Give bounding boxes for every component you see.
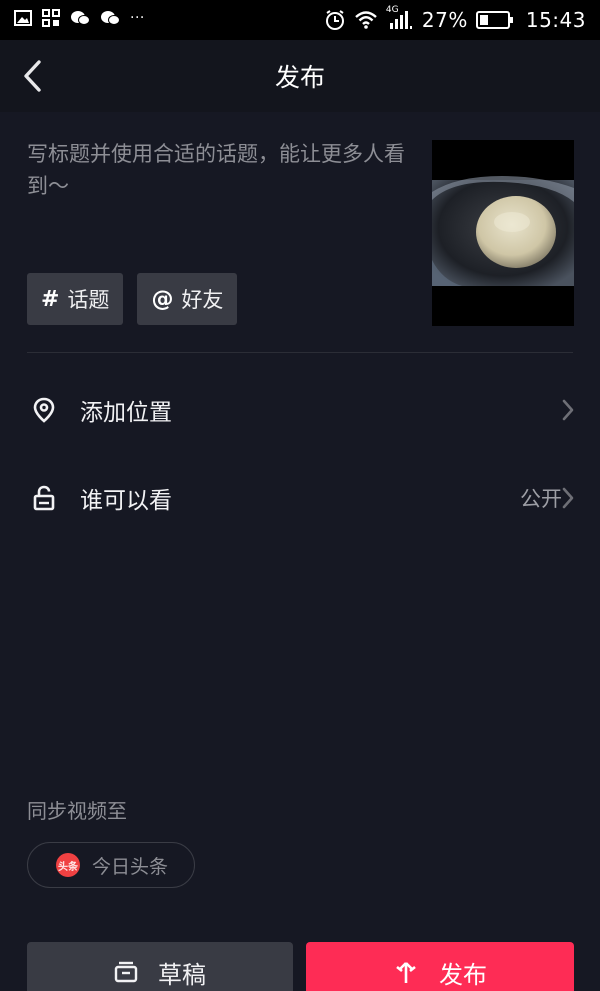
publish-screen: ··· 4G 27% 15:43 发布 写标题并使用合适的话题，能让更多人看到〜… [0, 0, 600, 991]
hashtag-icon: # [41, 286, 60, 312]
save-draft-label: 草稿 [158, 960, 206, 989]
add-location-label: 添加位置 [80, 400, 172, 426]
status-bar: ··· 4G 27% 15:43 [0, 0, 600, 40]
who-can-view-label: 谁可以看 [80, 488, 172, 514]
cover-image [432, 140, 574, 326]
alarm-icon [324, 9, 346, 31]
save-draft-button[interactable]: 草稿 [27, 942, 293, 991]
chevron-right-icon [562, 487, 574, 509]
apps-icon [42, 9, 60, 27]
page-title: 发布 [274, 63, 325, 92]
location-pin-icon [33, 397, 55, 423]
gallery-icon [14, 10, 32, 26]
who-can-view-row[interactable]: 谁可以看 公开 [0, 468, 600, 528]
more-dots-icon: ··· [130, 10, 145, 26]
at-icon: @ [151, 286, 174, 312]
add-location-row[interactable]: 添加位置 [0, 380, 600, 440]
chevron-left-icon [24, 60, 41, 92]
signal-icon: 4G [386, 5, 414, 31]
publish-button[interactable]: 发布 [306, 942, 574, 991]
caption-input[interactable]: 写标题并使用合适的话题，能让更多人看到〜 [27, 138, 415, 202]
toutiao-sync-toggle[interactable]: 头条 今日头条 [27, 842, 195, 888]
status-bar-right: 4G 27% 15:43 [324, 5, 586, 34]
visibility-value: 公开 [520, 487, 562, 511]
back-button[interactable] [12, 56, 52, 96]
publish-spark-icon [396, 962, 416, 983]
header: 发布 [0, 40, 600, 112]
wifi-icon [354, 10, 378, 30]
unlock-icon [33, 485, 55, 511]
divider [27, 352, 573, 353]
clock: 15:43 [525, 8, 586, 32]
toutiao-logo-icon: 头条 [56, 853, 80, 877]
tag-buttons: # 话题 @ 好友 [27, 273, 238, 325]
publish-label: 发布 [439, 960, 487, 989]
topic-button[interactable]: # 话题 [27, 273, 124, 325]
chevron-right-icon [562, 399, 574, 421]
wechat-icon [70, 10, 90, 26]
network-type-label: 4G [385, 5, 399, 15]
wechat-icon [100, 10, 120, 26]
battery-icon [475, 11, 514, 29]
toutiao-sync-label: 今日头条 [92, 855, 169, 878]
mention-friends-label: 好友 [181, 288, 224, 312]
mention-friends-button[interactable]: @ 好友 [137, 273, 238, 325]
sync-section-label: 同步视频至 [27, 799, 127, 823]
battery-percent: 27% [421, 8, 468, 32]
draft-box-icon [114, 961, 138, 983]
topic-button-label: 话题 [67, 288, 110, 312]
video-thumbnail[interactable] [432, 140, 574, 326]
status-bar-left-icons: ··· [14, 9, 145, 27]
